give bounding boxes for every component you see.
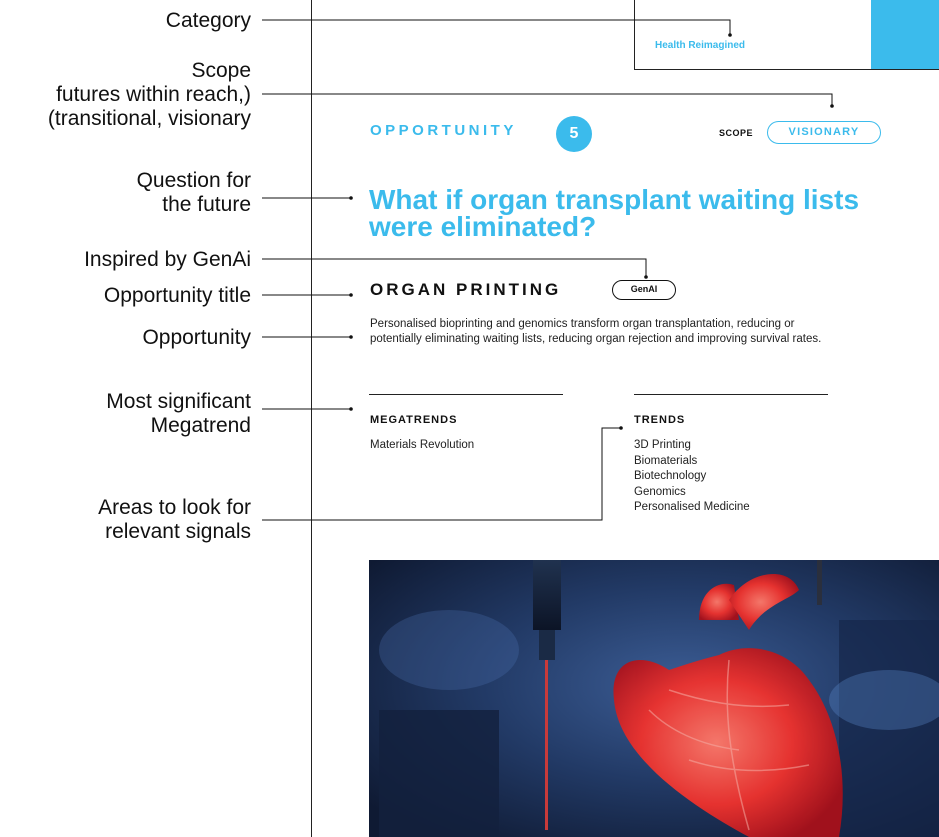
genai-badge: GenAI [612,280,676,300]
connector-opportunity-dot [349,335,353,339]
blurred-equipment-left [379,710,499,837]
connector-opportunity-title-dot [349,293,353,297]
opportunity-number-badge: 5 [556,116,592,152]
printer-nozzle [533,560,561,630]
heart-bioprint-photo [369,560,939,837]
opportunity-title: ORGAN PRINTING [370,280,562,299]
connector-signals-dot [619,426,623,430]
trends-divider [634,394,828,395]
connector-genai [262,258,647,276]
connector-question-dot [349,196,353,200]
trends-heading: TRENDS [634,414,686,426]
megatrends-heading: MEGATRENDS [370,414,458,426]
trend-item: Personalised Medicine [634,501,750,513]
trend-item: 3D Printing [634,439,691,451]
scope-value-pill: VISIONARY [767,121,881,144]
printer-needle-right [817,560,822,605]
connector-category [262,19,731,34]
connector-megatrend-dot [349,407,353,411]
megatrend-item: Materials Revolution [370,439,475,451]
connector-category-dot [728,33,732,37]
trend-item: Genomics [634,485,686,498]
trend-item: Biotechnology [634,470,707,482]
opportunity-label: OPPORTUNITY [370,122,517,139]
trends-list: 3D Printing Biomaterials Biotechnology G… [634,438,750,516]
connector-scope-dot [830,104,834,108]
megatrends-list: Materials Revolution [370,438,474,454]
trend-item: Biomaterials [634,454,698,467]
megatrends-divider [369,394,563,395]
opportunity-description: Personalised bioprinting and genomics tr… [370,318,822,345]
heart-illustration [369,560,939,837]
future-question: What if organ transplant waiting lists w… [369,184,860,242]
connector-scope [262,93,833,105]
connector-genai-dot [644,275,648,279]
scope-label: SCOPE [719,128,754,138]
